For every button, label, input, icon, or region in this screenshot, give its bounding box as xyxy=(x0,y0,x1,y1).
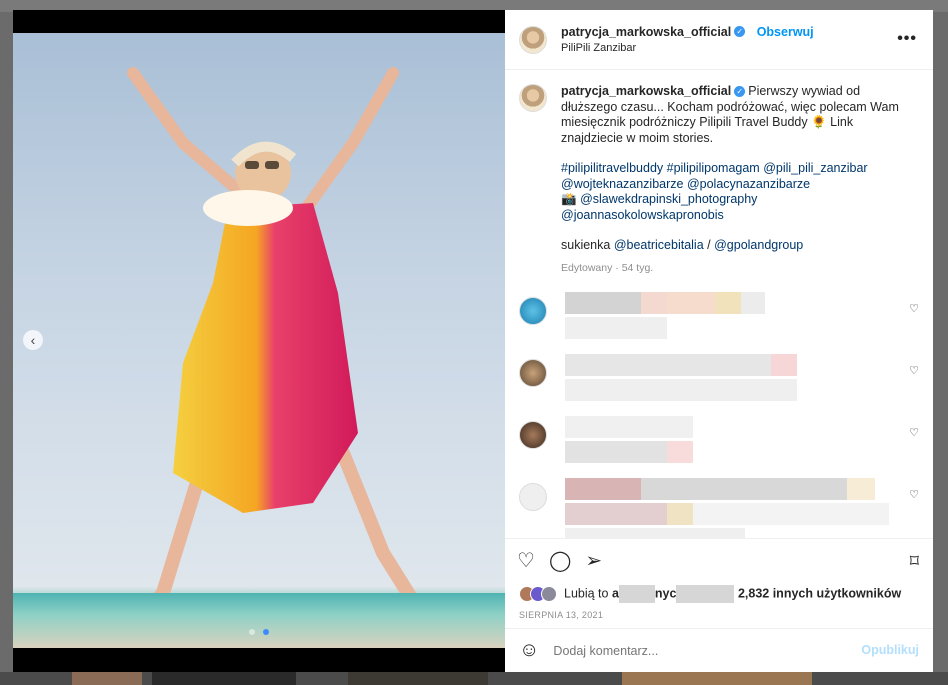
follow-button[interactable]: Obserwuj xyxy=(757,25,814,39)
chevron-left-icon: ‹ xyxy=(30,332,36,348)
comments-scroll-area[interactable]: patrycja_markowska_official ✓ Pierwszy wyw… xyxy=(505,70,933,538)
list-item: ♡ xyxy=(519,416,919,466)
likes-count[interactable]: 2,832 innych użytkowników xyxy=(738,586,901,600)
commenter-avatar-default[interactable] xyxy=(519,483,547,511)
blurred-comment xyxy=(565,292,765,342)
publish-button[interactable]: Opublikuj xyxy=(861,643,919,657)
list-item: ♡ xyxy=(519,292,919,342)
caption-tags-line[interactable]: @wojteknazanzibarze @polacynazanzibarze xyxy=(561,177,901,193)
caption-tags-line[interactable]: @joannasokolowskapronobis xyxy=(561,208,901,224)
caption-author-avatar[interactable] xyxy=(519,84,547,112)
verified-badge-icon: ✓ xyxy=(734,25,746,37)
caption-tags-line[interactable]: #pilipilitravelbuddy #pilipilipomagam @p… xyxy=(561,161,901,177)
bookmark-icon[interactable]: ⌑ xyxy=(910,551,919,572)
commenter-avatar[interactable] xyxy=(519,297,547,325)
post-photo[interactable]: ‹ xyxy=(13,10,505,672)
background-thumbnail xyxy=(348,672,488,685)
photo-image xyxy=(13,33,505,648)
background-thumbnail xyxy=(622,672,812,685)
camera-icon: 📸 xyxy=(561,192,577,206)
post-location[interactable]: PiliPili Zanzibar xyxy=(561,40,814,56)
liker-name-initial[interactable]: a xyxy=(612,586,619,600)
add-comment-bar: ☺ Opublikuj xyxy=(505,628,933,672)
comment-icon[interactable]: ◯ xyxy=(549,551,571,571)
post-side-panel: patrycja_markowska_official ✓ Obserwuj Pi… xyxy=(505,10,933,672)
likes-middle: nyc xyxy=(654,586,677,601)
like-comment-heart-icon[interactable]: ♡ xyxy=(909,364,919,377)
caption-tags: #pilipilitravelbuddy #pilipilipomagam @p… xyxy=(561,161,901,223)
caption-dress-credit: sukienka @beatricebitalia / @gpolandgrou… xyxy=(561,238,901,254)
dress-label: sukienka xyxy=(561,238,611,252)
background-thumbnail xyxy=(152,672,296,685)
post-caption: patrycja_markowska_official ✓ Pierwszy wyw… xyxy=(519,84,919,276)
like-comment-heart-icon[interactable]: ♡ xyxy=(909,302,919,315)
carousel-dot xyxy=(248,629,255,635)
blurred-comment xyxy=(565,416,693,466)
author-info: patrycja_markowska_official ✓ Obserwuj Pi… xyxy=(561,24,814,56)
caption-username[interactable]: patrycja_markowska_official xyxy=(561,84,731,98)
commenter-avatar[interactable] xyxy=(519,421,547,449)
post-modal: ‹ patrycja_markowska_official ✓ Obserwuj … xyxy=(13,10,933,672)
post-header: patrycja_markowska_official ✓ Obserwuj Pi… xyxy=(505,10,933,70)
blurred-comment xyxy=(565,354,797,404)
header-separator xyxy=(748,23,752,40)
previous-photo-button[interactable]: ‹ xyxy=(23,330,43,350)
caption-tags-line[interactable]: @slawekdrapinski_photography xyxy=(580,192,757,206)
like-comment-heart-icon[interactable]: ♡ xyxy=(909,488,919,501)
post-date: SIERPNIA 13, 2021 xyxy=(519,610,604,620)
liker-avatar[interactable] xyxy=(541,586,557,602)
list-item: ♡ xyxy=(519,354,919,404)
blurred-comment xyxy=(565,478,889,538)
background-thumbnail xyxy=(72,672,142,685)
caption-edited-time: Edytowany · 54 tyg. xyxy=(561,261,654,274)
commenter-avatar[interactable] xyxy=(519,359,547,387)
share-icon[interactable]: ➢ xyxy=(585,551,602,571)
author-avatar[interactable] xyxy=(519,25,547,54)
more-options-icon[interactable]: ••• xyxy=(897,30,917,48)
emoji-icon[interactable]: ☺ xyxy=(519,639,539,662)
like-comment-heart-icon[interactable]: ♡ xyxy=(909,426,919,439)
comment-list: ♡ ♡ ♡ ♡ xyxy=(519,292,919,538)
dress-tag[interactable]: @beatricebitalia xyxy=(614,238,704,252)
carousel-dot-active xyxy=(263,629,270,635)
post-actions-bar: ♡ ◯ ➢ ⌑ xyxy=(505,538,933,582)
likes-summary: Lubią to a nyc 2,832 innych użytkowników xyxy=(505,582,933,606)
comment-input[interactable] xyxy=(553,643,834,658)
likes-prefix: Lubią to xyxy=(564,586,609,601)
dress-separator: / xyxy=(707,238,711,252)
blurred-liker-name xyxy=(618,585,655,603)
author-username[interactable]: patrycja_markowska_official xyxy=(561,25,731,39)
likes-text[interactable]: Lubią to a nyc 2,832 innych użytkowników xyxy=(564,585,901,603)
blurred-liker-name xyxy=(676,585,735,603)
caption-body: patrycja_markowska_official ✓ Pierwszy wyw… xyxy=(561,84,901,276)
heart-icon[interactable]: ♡ xyxy=(517,551,535,571)
verified-badge-icon: ✓ xyxy=(734,86,746,98)
list-item: ♡ xyxy=(519,478,919,538)
dress-tag[interactable]: @gpolandgroup xyxy=(714,238,803,252)
carousel-indicator xyxy=(13,622,505,640)
woman-jumping-illustration xyxy=(116,67,440,645)
